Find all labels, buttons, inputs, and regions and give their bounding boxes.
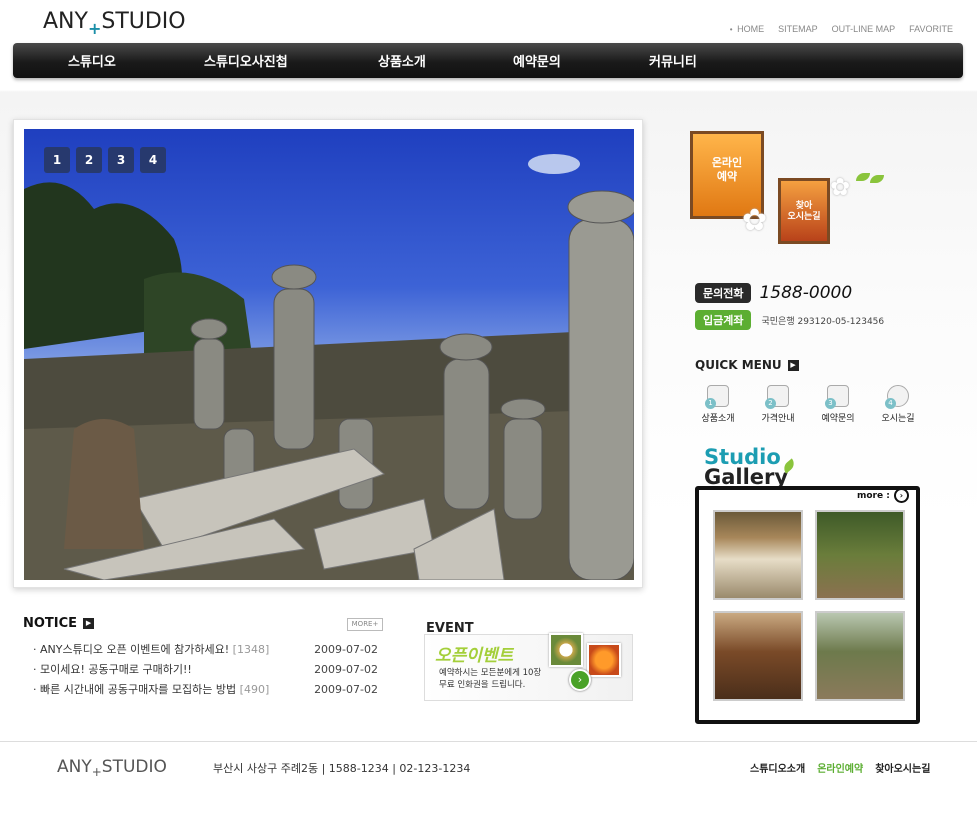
hero-panel: 1 2 3 4 xyxy=(13,119,643,588)
leaf-icon xyxy=(856,173,870,181)
footer-links: 스튜디오소개 온라인예약 찾아오시는길 xyxy=(750,760,930,775)
nav-community[interactable]: 커뮤니티 xyxy=(649,51,697,70)
nav-reservation[interactable]: 예약문의 xyxy=(513,51,561,70)
notice-list: ANY스튜디오 오픈 이벤트에 참가하세요! [1348] 2009-07-02… xyxy=(33,643,378,703)
reservation-banner: 온라인 예약 찾아 오시는길 ✿ ✿ xyxy=(690,131,950,271)
quick-menu-reservation[interactable]: 3 예약문의 xyxy=(814,385,862,424)
quick-menu-prices[interactable]: 2 가격안내 xyxy=(754,385,802,424)
stone-statues-illustration xyxy=(24,154,634,580)
leaf-icon-2 xyxy=(870,175,884,183)
phone-number: 1588-0000 xyxy=(759,283,853,303)
gallery-thumb-4[interactable] xyxy=(815,611,905,701)
footer-link-directions[interactable]: 찾아오시는길 xyxy=(875,760,930,775)
compass-icon: 4 xyxy=(885,385,909,409)
reservation-line-1: 온라인 xyxy=(711,156,743,169)
account-row: 입금계좌 국민은행 293120-05-123456 xyxy=(695,310,884,330)
event-photo-flower xyxy=(587,643,621,677)
price-list-icon: 2 xyxy=(765,385,789,409)
top-links: • HOME SITEMAP OUT-LINE MAP FAVORITE xyxy=(730,24,953,34)
directions-line-2: 오시는길 xyxy=(787,212,821,222)
top-link-favorite[interactable]: FAVORITE xyxy=(909,24,953,34)
notice-more-button[interactable]: MORE+ xyxy=(347,618,383,631)
event-headline: 오픈이벤트 xyxy=(435,646,514,666)
logo-text-right: STUDIO xyxy=(101,9,186,34)
gallery-more-button[interactable]: more : › xyxy=(857,488,909,503)
site-logo[interactable]: ANY+STUDIO xyxy=(43,9,186,38)
pencil-icon: 3 xyxy=(825,385,849,409)
account-number: 국민은행 293120-05-123456 xyxy=(761,316,885,327)
notice-item[interactable]: 빠른 시간내에 공동구매자를 모집하는 방법 [490] 2009-07-02 xyxy=(33,683,378,703)
chevron-right-icon: › xyxy=(893,488,909,503)
footer-logo: ANY+STUDIO xyxy=(57,757,167,779)
studio-gallery-title: Studio Gallery xyxy=(704,445,789,489)
slide-button-2[interactable]: 2 xyxy=(76,147,102,173)
event-banner[interactable]: 오픈이벤트 예약하시는 모든분에게 10장 무료 인화권을 드립니다. › xyxy=(424,633,633,701)
document-icon: 1 xyxy=(705,385,729,409)
footer-link-about[interactable]: 스튜디오소개 xyxy=(750,760,805,775)
top-link-sitemap[interactable]: SITEMAP xyxy=(778,24,818,34)
flower-icon-small: ✿ xyxy=(830,173,851,201)
arrow-right-icon: ▶ xyxy=(787,359,799,371)
slide-pager: 1 2 3 4 xyxy=(44,147,166,173)
page: ANY+STUDIO • HOME SITEMAP OUT-LINE MAP F… xyxy=(0,0,977,830)
directions-button[interactable]: 찾아 오시는길 xyxy=(778,178,830,244)
notice-title: NOTICE ▶ xyxy=(23,616,95,631)
slide-button-3[interactable]: 3 xyxy=(108,147,134,173)
logo-plus: + xyxy=(87,19,102,38)
flower-icon: ✿ xyxy=(742,203,768,238)
directions-line-1: 찾아 xyxy=(795,201,813,211)
slide-button-1[interactable]: 1 xyxy=(44,147,70,173)
reservation-line-2: 예약 xyxy=(716,170,738,183)
event-description: 예약하시는 모든분에게 10장 무료 인화권을 드립니다. xyxy=(439,668,542,690)
nav-studio-album[interactable]: 스튜디오사진첩 xyxy=(204,51,288,70)
footer-link-reservation[interactable]: 온라인예약 xyxy=(817,760,863,775)
phone-label: 문의전화 xyxy=(695,283,752,303)
quick-menu-title: QUICK MENU ▶ xyxy=(695,358,799,372)
hero-image: 1 2 3 4 xyxy=(24,129,634,580)
notice-item[interactable]: 모이세요! 공동구매로 구매하기!! 2009-07-02 xyxy=(33,663,378,683)
gallery-thumb-1[interactable] xyxy=(713,510,803,600)
footer-address: 부산시 사상구 주례2동 | 1588-1234 | 02-123-1234 xyxy=(213,762,471,775)
slide-button-4[interactable]: 4 xyxy=(140,147,166,173)
gallery-thumb-2[interactable] xyxy=(815,510,905,600)
phone-row: 문의전화 1588-0000 xyxy=(695,283,852,303)
quick-menu-directions[interactable]: 4 오시는길 xyxy=(874,385,922,424)
quick-menu-products[interactable]: 1 상품소개 xyxy=(694,385,742,424)
gallery-box: more : › xyxy=(695,486,920,724)
main-nav: 스튜디오 스튜디오사진첩 상품소개 예약문의 커뮤니티 xyxy=(13,43,963,78)
quick-menu: 1 상품소개 2 가격안내 3 예약문의 4 오시는길 xyxy=(694,385,922,424)
footer-divider xyxy=(0,741,977,742)
top-link-outline-map[interactable]: OUT-LINE MAP xyxy=(832,24,896,34)
arrow-right-icon: ▶ xyxy=(83,618,95,629)
top-link-home[interactable]: • HOME xyxy=(730,24,764,34)
gallery-thumb-3[interactable] xyxy=(713,611,803,701)
go-arrow-icon[interactable]: › xyxy=(569,669,591,691)
event-photo-daisy xyxy=(549,633,583,667)
nav-studio[interactable]: 스튜디오 xyxy=(68,51,116,70)
notice-item[interactable]: ANY스튜디오 오픈 이벤트에 참가하세요! [1348] 2009-07-02 xyxy=(33,643,378,663)
logo-text-left: ANY xyxy=(43,9,88,34)
nav-products[interactable]: 상품소개 xyxy=(378,51,426,70)
account-label: 입금계좌 xyxy=(695,310,752,330)
